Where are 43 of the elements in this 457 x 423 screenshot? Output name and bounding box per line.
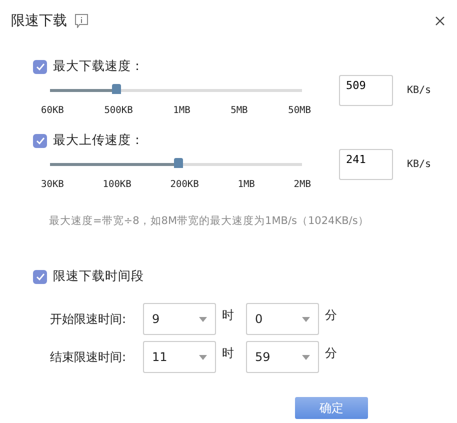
caret-icon	[302, 316, 310, 322]
tick-label: 100KB	[102, 179, 132, 190]
time-label: 结束限速时间:	[50, 348, 128, 366]
close-button[interactable]	[435, 16, 445, 26]
tick-label: 200KB	[170, 179, 199, 190]
tick-label: 500KB	[104, 105, 133, 116]
window-title: 限速下载	[11, 12, 67, 30]
hour-unit: 时	[222, 345, 234, 362]
slider-thumb[interactable]	[112, 84, 122, 94]
hour-dropdown[interactable]: 11	[143, 341, 216, 373]
checkbox-label: 最大下载速度：	[53, 58, 144, 75]
tick-label: 1MB	[238, 179, 255, 190]
unit-label: KB/s	[407, 85, 432, 96]
checkbox-label: 最大上传速度：	[53, 132, 144, 149]
checkbox[interactable]	[33, 60, 47, 74]
caret-icon	[199, 316, 207, 322]
minute-dropdown[interactable]: 0	[246, 303, 319, 335]
caret-icon	[302, 354, 310, 360]
time-label: 开始限速时间:	[50, 310, 128, 328]
speed-input[interactable]: 509	[339, 75, 393, 106]
tick-label: 50MB	[288, 105, 311, 116]
unit-label: KB/s	[407, 159, 432, 170]
hour-unit: 时	[222, 307, 234, 324]
slider-thumb[interactable]	[174, 158, 184, 168]
hint-text: 最大速度=带宽÷8，如8M带宽的最大速度为1MB/s（1024KB/s）	[49, 214, 370, 228]
check-icon	[36, 62, 44, 70]
tick-label: 1MB	[173, 105, 190, 116]
tick-label: 5MB	[230, 105, 248, 116]
tick-label: 30KB	[41, 179, 64, 190]
minute-unit: 分	[325, 307, 337, 324]
minute-dropdown[interactable]: 59	[246, 341, 319, 373]
speed-input[interactable]: 241	[339, 149, 393, 180]
check-icon	[36, 272, 44, 280]
minute-unit: 分	[325, 345, 337, 362]
caret-icon	[199, 354, 207, 360]
hour-dropdown[interactable]: 9	[143, 303, 216, 335]
checkbox[interactable]	[33, 134, 47, 148]
checkbox[interactable]	[33, 270, 47, 284]
tick-label: 60KB	[41, 105, 64, 116]
tick-label: 2MB	[294, 179, 311, 190]
info-icon	[75, 14, 88, 28]
check-icon	[36, 136, 44, 144]
checkbox-label: 限速下载时间段	[53, 268, 144, 285]
